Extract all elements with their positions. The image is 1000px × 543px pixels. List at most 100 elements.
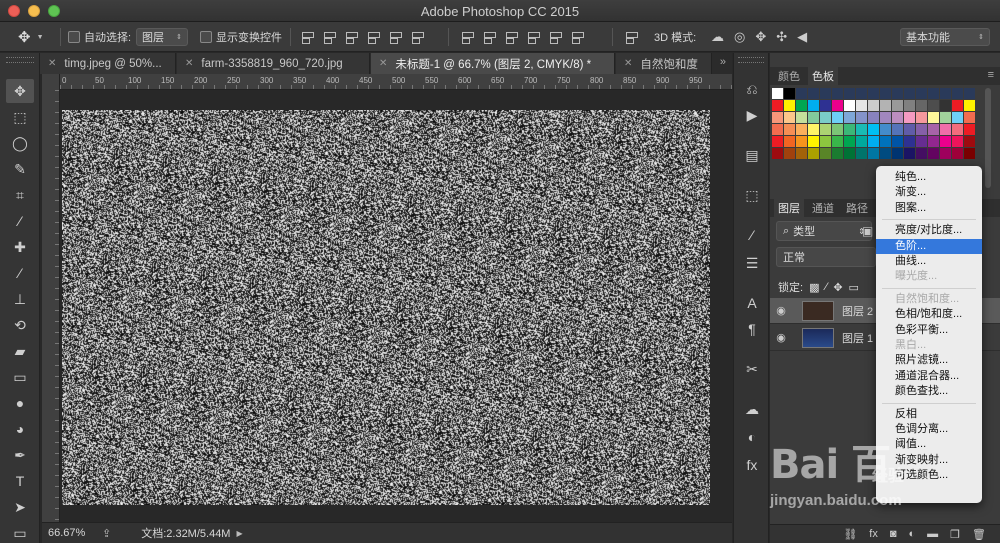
3d-slide-icon[interactable]: ✣ (776, 29, 787, 45)
color-swatch[interactable] (856, 148, 867, 159)
color-swatch[interactable] (928, 88, 939, 99)
color-swatch[interactable] (928, 136, 939, 147)
shape-tool-icon[interactable]: ▭ (6, 521, 34, 543)
menu-item[interactable]: 阈值... (876, 437, 982, 452)
distribute-left-icon[interactable] (526, 30, 540, 44)
color-swatch[interactable] (880, 112, 891, 123)
color-swatch[interactable] (940, 136, 951, 147)
color-swatch[interactable] (952, 100, 963, 111)
color-swatch[interactable] (796, 112, 807, 123)
color-swatch[interactable] (832, 124, 843, 135)
dodge-tool-icon[interactable]: ◕ (6, 417, 34, 441)
color-swatch[interactable] (796, 88, 807, 99)
color-swatch[interactable] (952, 148, 963, 159)
color-swatch[interactable] (952, 124, 963, 135)
color-swatch[interactable] (844, 148, 855, 159)
color-swatch[interactable] (868, 100, 879, 111)
color-swatch[interactable] (784, 124, 795, 135)
color-swatch[interactable] (844, 136, 855, 147)
color-swatch[interactable] (808, 148, 819, 159)
menu-item[interactable]: 纯色... (876, 170, 982, 185)
color-swatch[interactable] (772, 88, 783, 99)
menu-item[interactable]: 图案... (876, 201, 982, 216)
panel-grip[interactable] (738, 57, 764, 63)
swatch-scrollbar[interactable] (985, 88, 991, 188)
color-swatch[interactable] (844, 88, 855, 99)
distribute-bottom-icon[interactable] (504, 30, 518, 44)
color-swatch[interactable] (880, 148, 891, 159)
menu-item[interactable]: 色阶... (876, 238, 982, 254)
color-swatch[interactable] (940, 100, 951, 111)
lock-transparent-icon[interactable]: ▩ (809, 281, 819, 294)
3d-orbit-icon[interactable]: ☁ (711, 29, 724, 45)
tool-presets-icon[interactable]: ✂ (740, 357, 764, 381)
tab-paths[interactable]: 路径 (842, 199, 872, 217)
color-swatch[interactable] (892, 88, 903, 99)
menu-item[interactable]: 颜色查找... (876, 384, 982, 399)
add-mask-icon[interactable]: ◙ (890, 528, 897, 540)
brush-tool-icon[interactable]: ⁄ (6, 261, 34, 285)
quick-select-tool-icon[interactable]: ✎ (6, 157, 34, 181)
color-swatch[interactable] (832, 88, 843, 99)
color-swatch[interactable] (940, 88, 951, 99)
color-swatch[interactable] (808, 124, 819, 135)
3d-panel-icon[interactable]: ⬚ (740, 183, 764, 207)
color-swatch[interactable] (964, 112, 975, 123)
color-swatch[interactable] (880, 88, 891, 99)
libraries-panel-icon[interactable]: ☁ (740, 397, 764, 421)
color-swatch[interactable] (928, 124, 939, 135)
type-tool-icon[interactable]: T (6, 469, 34, 493)
color-swatch[interactable] (820, 148, 831, 159)
color-swatch[interactable] (928, 148, 939, 159)
color-swatch[interactable] (904, 148, 915, 159)
layer-filter-dropdown[interactable]: ⌕ 类型 ⇕ (776, 221, 872, 241)
color-swatch[interactable] (952, 136, 963, 147)
layer-style-icon[interactable]: fx (869, 528, 878, 540)
checkbox-box[interactable] (68, 31, 80, 43)
history-panel-icon[interactable]: ⎌ (740, 77, 764, 101)
blend-mode-dropdown[interactable]: 正常 (776, 247, 876, 267)
align-vcenter-icon[interactable] (322, 30, 336, 44)
align-bottom-icon[interactable] (344, 30, 358, 44)
color-swatch[interactable] (796, 100, 807, 111)
checkbox-box[interactable] (200, 31, 212, 43)
color-swatch[interactable] (916, 88, 927, 99)
color-swatch[interactable] (928, 100, 939, 111)
menu-item[interactable]: 照片滤镜... (876, 353, 982, 368)
close-icon[interactable]: ✕ (379, 58, 387, 69)
color-swatch[interactable] (916, 100, 927, 111)
close-icon[interactable]: ✕ (624, 58, 632, 69)
color-swatch[interactable] (784, 112, 795, 123)
tab-vibrance[interactable]: ✕ 自然饱和度 (616, 53, 712, 74)
lock-paint-icon[interactable]: ⁄ (825, 281, 827, 293)
color-swatch[interactable] (808, 88, 819, 99)
new-group-icon[interactable]: ▬ (927, 528, 938, 540)
align-hcenter-icon[interactable] (388, 30, 402, 44)
color-swatch[interactable] (868, 124, 879, 135)
history-brush-tool-icon[interactable]: ⟲ (6, 313, 34, 337)
color-swatch[interactable] (784, 100, 795, 111)
color-swatch[interactable] (892, 112, 903, 123)
auto-select-checkbox[interactable]: 自动选择: (68, 22, 131, 52)
properties-panel-icon[interactable]: ▤ (740, 143, 764, 167)
3d-roll-icon[interactable]: ◎ (734, 29, 745, 45)
color-swatch[interactable] (868, 88, 879, 99)
auto-select-dropdown[interactable]: 图层 ⇕ (136, 28, 188, 46)
color-swatch[interactable] (796, 148, 807, 159)
color-swatch[interactable] (952, 112, 963, 123)
move-tool-preset[interactable]: ✥ ▼ (18, 22, 44, 52)
menu-item[interactable]: 色彩平衡... (876, 323, 982, 338)
color-swatch[interactable] (904, 136, 915, 147)
link-layers-icon[interactable]: ⛓ (843, 528, 857, 541)
adjustments-panel-icon[interactable]: ☰ (740, 251, 764, 275)
workspace-dropdown[interactable]: 基本功能 ⇕ (900, 28, 990, 46)
align-left-icon[interactable] (366, 30, 380, 44)
align-right-icon[interactable] (410, 30, 424, 44)
color-swatch[interactable] (784, 148, 795, 159)
lasso-tool-icon[interactable]: ◯ (6, 131, 34, 155)
share-icon[interactable]: ⇪ (102, 527, 111, 540)
color-swatch[interactable] (808, 100, 819, 111)
document-canvas[interactable] (62, 110, 710, 505)
eyedropper-tool-icon[interactable]: ⁄ (6, 209, 34, 233)
3d-scale-icon[interactable]: ◀ (797, 29, 807, 45)
